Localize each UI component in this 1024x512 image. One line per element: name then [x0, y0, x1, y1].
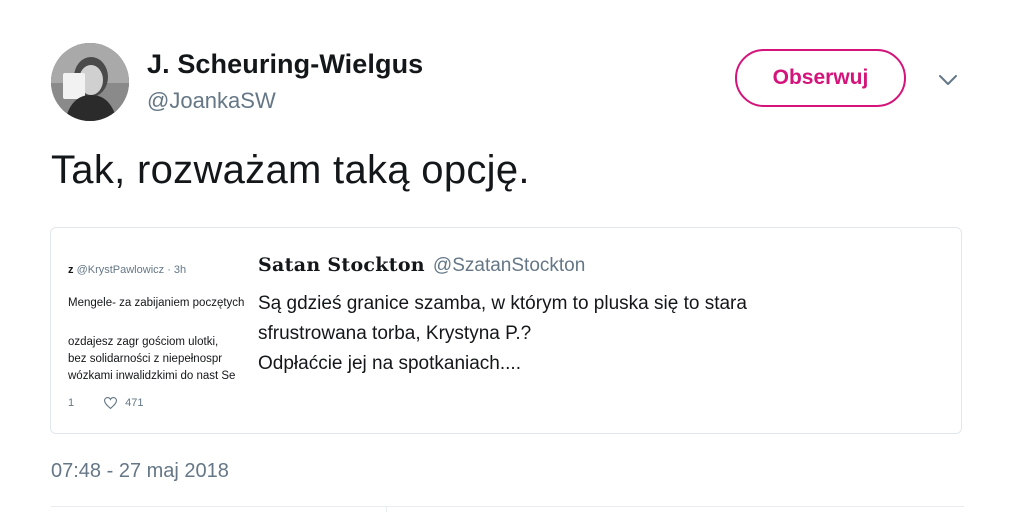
chevron-down-icon[interactable]	[936, 70, 960, 90]
quoted-tweet-header: Satan Stockton @SzatanStockton	[258, 254, 938, 277]
thumbnail-text-line: bez solidarności z niepełnospr	[68, 353, 223, 365]
heart-icon	[104, 397, 118, 409]
author-handle[interactable]: @JoankaSW	[147, 88, 276, 114]
quoted-author-handle[interactable]: @SzatanStockton	[433, 255, 585, 277]
quoted-tweet-body: Satan Stockton @SzatanStockton Są gdzieś…	[258, 254, 938, 379]
follow-button[interactable]: Obserwuj	[735, 49, 906, 107]
thumbnail-meta: @KrystPawlowicz · 3h	[76, 264, 187, 276]
thumbnail-text-line: wózkami inwalidzkimi do nast Se	[68, 370, 236, 382]
divider	[386, 506, 387, 512]
profile-photo	[51, 43, 129, 121]
thumbnail-text-line: Mengele- za zabijaniem poczętych	[68, 297, 245, 309]
quoted-text-line: sfrustrowana torba, Krystyna P.?	[258, 323, 532, 344]
thumbnail-reply-count: 1	[68, 397, 75, 409]
thumbnail-header: z @KrystPawlowicz · 3h	[68, 264, 186, 276]
thumbnail-text-line: ozdajesz zagr gościom ulotki,	[68, 336, 219, 348]
thumbnail-stats: 1 471	[68, 397, 143, 409]
quoted-tweet-text: Są gdzieś granice szamba, w którym to pl…	[258, 289, 938, 379]
avatar[interactable]	[51, 43, 129, 121]
quoted-author-name[interactable]: Satan Stockton	[258, 254, 425, 276]
thumbnail-author: z	[68, 264, 74, 276]
quoted-tweet-card[interactable]: z @KrystPawlowicz · 3h Mengele- za zabij…	[50, 227, 962, 434]
author-name[interactable]: J. Scheuring-Wielgus	[147, 49, 423, 80]
divider	[51, 506, 964, 507]
tweet-text: Tak, rozważam taką opcję.	[51, 148, 530, 192]
tweet-timestamp[interactable]: 07:48 - 27 maj 2018	[51, 460, 229, 483]
quoted-tweet-thumbnail: z @KrystPawlowicz · 3h Mengele- za zabij…	[68, 252, 288, 415]
quoted-text-line: Są gdzieś granice szamba, w którym to pl…	[258, 293, 747, 314]
thumbnail-like-count: 471	[125, 397, 144, 409]
quoted-text-line: Odpłaćcie jej na spotkaniach....	[258, 353, 521, 374]
